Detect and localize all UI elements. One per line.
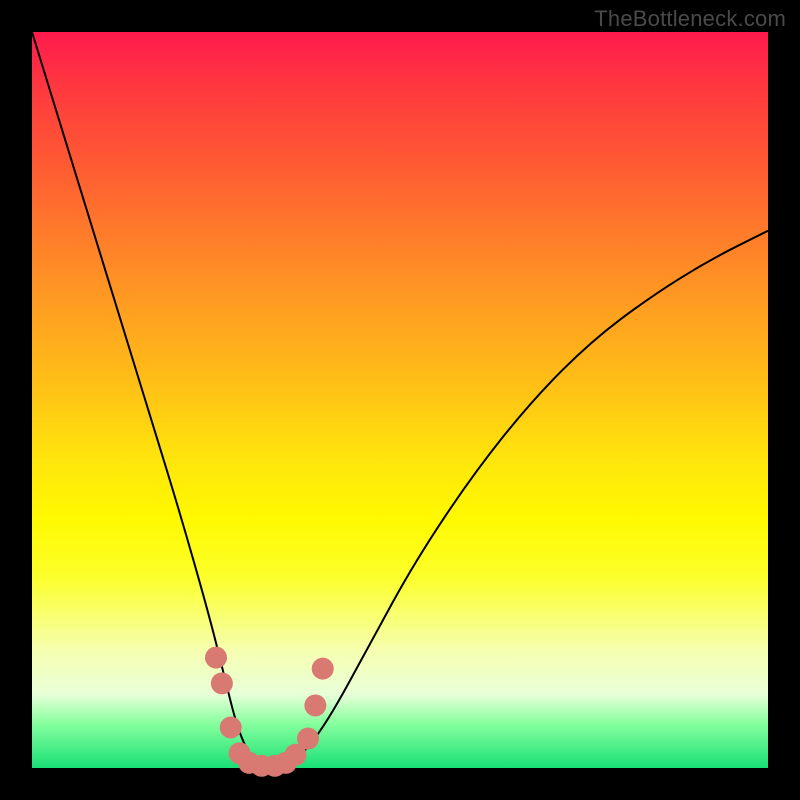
data-marker — [312, 658, 334, 680]
chart-svg — [32, 32, 768, 768]
data-marker — [220, 717, 242, 739]
bottleneck-curve-line — [32, 32, 768, 768]
markers-group — [205, 647, 334, 777]
watermark-text: TheBottleneck.com — [594, 6, 786, 32]
chart-frame: TheBottleneck.com — [0, 0, 800, 800]
data-marker — [297, 728, 319, 750]
data-marker — [304, 694, 326, 716]
plot-area — [32, 32, 768, 768]
data-marker — [211, 672, 233, 694]
data-marker — [205, 647, 227, 669]
